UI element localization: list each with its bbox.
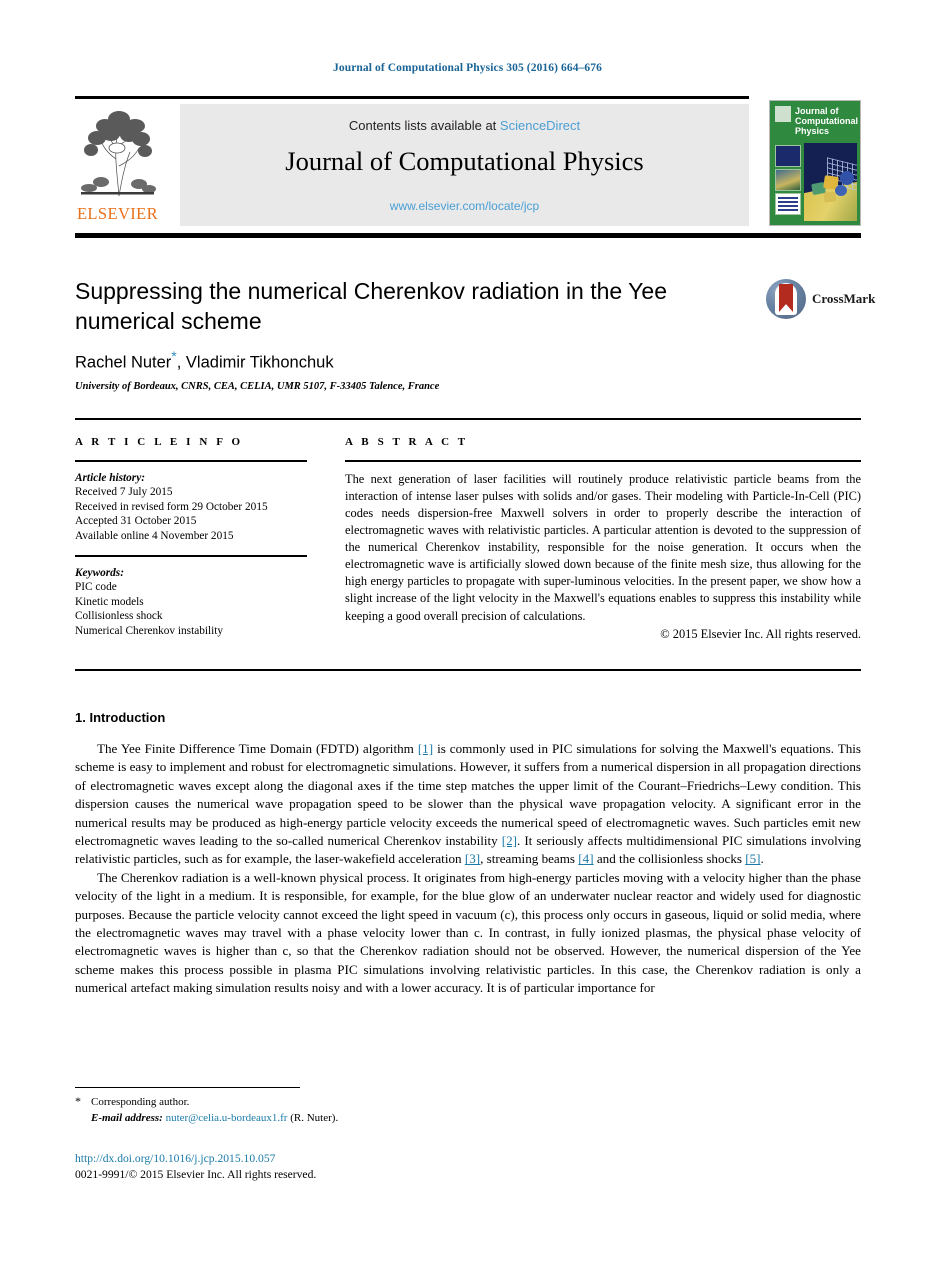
contents-band: Contents lists available at ScienceDirec…	[180, 104, 749, 226]
abstract-rule	[345, 460, 861, 462]
history-item: Received 7 July 2015	[75, 486, 173, 499]
cover-strip-1	[775, 145, 801, 167]
elsevier-tree-icon	[75, 104, 160, 200]
email-label: E-mail address:	[91, 1111, 163, 1124]
section-heading-introduction: 1. Introduction	[75, 710, 166, 725]
info-section-top-rule	[75, 418, 861, 420]
contents-prefix: Contents lists available at	[348, 118, 497, 133]
corresponding-author-note: * Corresponding author.	[75, 1094, 575, 1111]
issn-copyright-line: 0021-9991/© 2015 Elsevier Inc. All right…	[75, 1168, 317, 1181]
p1-part-f: .	[760, 851, 764, 867]
article-info-column: A R T I C L E I N F O Article history: R…	[75, 436, 310, 639]
journal-title: Journal of Computational Physics	[285, 146, 644, 176]
doi-link[interactable]: http://dx.doi.org/10.1016/j.jcp.2015.10.…	[75, 1152, 275, 1165]
crossmark-icon	[766, 279, 806, 319]
author-list: Rachel Nuter*, Vladimir Tikhonchuk	[75, 348, 695, 373]
cover-shape-d	[823, 191, 837, 203]
email-suffix: (R. Nuter).	[287, 1111, 339, 1124]
body-text-column: The Yee Finite Difference Time Domain (F…	[75, 740, 861, 998]
cover-publisher-badge	[775, 106, 791, 122]
keyword-item: Numerical Cherenkov instability	[75, 625, 224, 638]
elsevier-wordmark: ELSEVIER	[76, 204, 159, 223]
article-history-label: Article history:	[75, 471, 145, 484]
keyword-item: Kinetic models	[75, 595, 144, 608]
article-history-block: Article history: Received 7 July 2015 Re…	[75, 471, 310, 544]
paragraph-2: The Cherenkov radiation is a well-known …	[75, 869, 861, 996]
citation-ref-2[interactable]: [2]	[502, 833, 517, 848]
abstract-copyright: © 2015 Elsevier Inc. All rights reserved…	[660, 626, 861, 641]
keywords-label: Keywords:	[75, 566, 124, 579]
masthead-bottom-rule	[75, 233, 861, 238]
masthead-top-rule	[75, 96, 749, 99]
corresponding-author-text: Corresponding author.	[91, 1096, 190, 1108]
running-head: Journal of Computational Physics 305 (20…	[333, 62, 602, 74]
crossmark-label: CrossMark	[812, 291, 876, 306]
cover-shape-e	[840, 171, 854, 185]
author-name-1: Rachel Nuter	[75, 353, 172, 372]
history-item: Available online 4 November 2015	[75, 529, 234, 542]
abstract-heading: A B S T R A C T	[345, 436, 469, 448]
sciencedirect-link[interactable]: ScienceDirect	[500, 118, 580, 133]
journal-cover-thumbnail: Journal of Computational Physics	[769, 100, 861, 226]
paragraph-1: The Yee Finite Difference Time Domain (F…	[75, 740, 861, 869]
p1-part-e: and the collisionless shocks	[593, 851, 746, 867]
introduction-top-rule	[75, 669, 861, 672]
journal-homepage-link[interactable]: www.elsevier.com/locate/jcp	[180, 199, 749, 213]
citation-ref-1[interactable]: [1]	[418, 741, 433, 756]
cover-strip-3	[775, 193, 801, 215]
journal-masthead: ELSEVIER Contents lists available at Sci…	[75, 96, 861, 238]
history-item: Accepted 31 October 2015	[75, 515, 197, 528]
journal-article-page: Journal of Computational Physics 305 (20…	[0, 0, 935, 1266]
cover-title-text: Journal of Computational Physics	[795, 106, 858, 136]
email-link[interactable]: nuter@celia.u-bordeaux1.fr	[166, 1112, 288, 1124]
footnote-block: * Corresponding author. E-mail address: n…	[75, 1094, 575, 1126]
footnote-star-icon: *	[75, 1094, 81, 1108]
keyword-item: PIC code	[75, 581, 117, 594]
abstract-text: The next generation of laser facilities …	[345, 471, 861, 623]
keywords-block: Keywords: PIC code Kinetic models Collis…	[75, 566, 310, 639]
citation-ref-5[interactable]: [5]	[745, 851, 760, 866]
citation-ref-3[interactable]: [3]	[465, 851, 480, 866]
abstract-column: A B S T R A C T The next generation of l…	[345, 436, 861, 642]
cover-shape-c	[835, 185, 847, 196]
keyword-item: Collisionless shock	[75, 610, 163, 623]
crossmark-badge[interactable]: CrossMark	[766, 279, 875, 321]
page-title: Suppressing the numerical Cherenkov radi…	[75, 278, 667, 334]
keywords-divider-rule	[75, 555, 307, 557]
p1-part-b: is commonly used in PIC simulations for …	[75, 741, 861, 849]
contents-available-line: Contents lists available at ScienceDirec…	[180, 118, 749, 133]
cover-strip-2	[775, 169, 801, 191]
history-item: Received in revised form 29 October 2015	[75, 500, 268, 513]
cover-main-illustration	[804, 143, 857, 221]
author-name-2: , Vladimir Tikhonchuk	[176, 353, 334, 372]
affiliation: University of Bordeaux, CNRS, CEA, CELIA…	[75, 381, 440, 392]
p1-part-d: , streaming beams	[480, 851, 579, 867]
email-note: E-mail address: nuter@celia.u-bordeaux1.…	[75, 1111, 575, 1127]
footnote-rule	[75, 1087, 300, 1088]
p1-part-a: The Yee Finite Difference Time Domain (F…	[97, 741, 418, 756]
elsevier-logo: ELSEVIER	[75, 104, 160, 226]
article-info-rule	[75, 460, 307, 462]
citation-ref-4[interactable]: [4]	[578, 851, 593, 866]
article-info-heading: A R T I C L E I N F O	[75, 436, 244, 448]
